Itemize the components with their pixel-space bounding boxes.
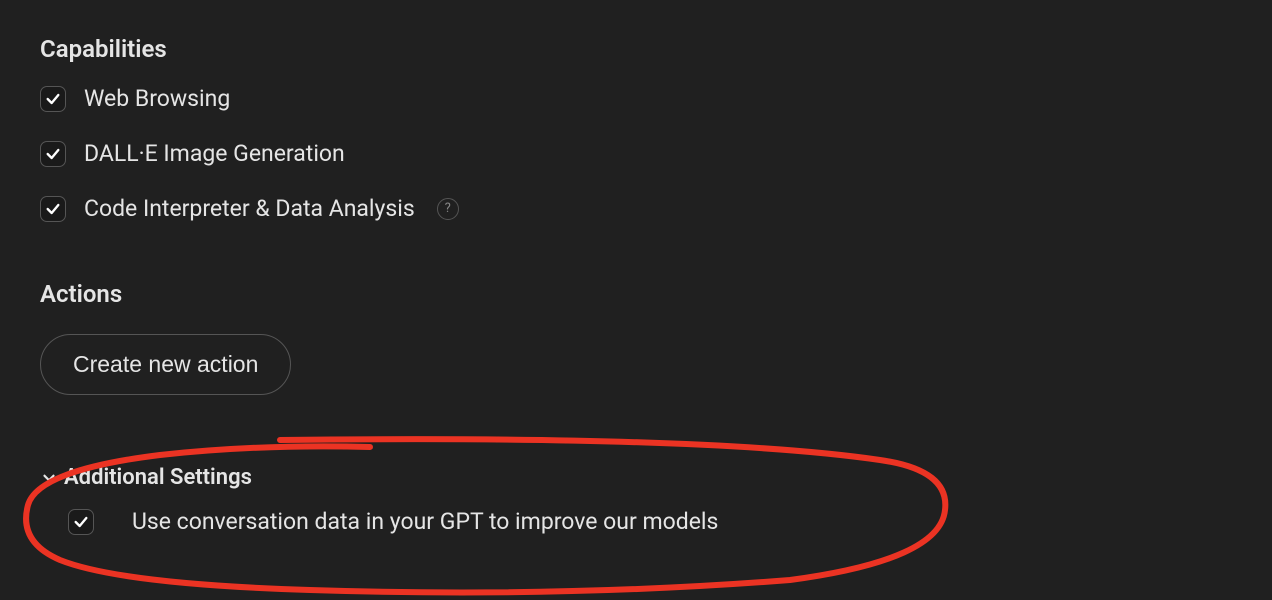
check-icon — [45, 146, 61, 162]
actions-section: Actions Create new action — [40, 280, 1232, 395]
checkbox-code-interpreter[interactable] — [40, 196, 66, 222]
additional-item-label: Use conversation data in your GPT to imp… — [132, 508, 718, 535]
additional-settings-header: Additional Settings — [64, 465, 252, 490]
create-new-action-button[interactable]: Create new action — [40, 334, 291, 395]
capabilities-section: Capabilities Web Browsing DALL·E Image G… — [40, 35, 1232, 222]
checkbox-web-browsing[interactable] — [40, 86, 66, 112]
check-icon — [45, 201, 61, 217]
additional-settings-toggle[interactable]: Additional Settings — [40, 465, 1232, 490]
capability-item-web-browsing: Web Browsing — [40, 85, 1232, 112]
capability-item-code-interpreter: Code Interpreter & Data Analysis ? — [40, 195, 1232, 222]
checkbox-use-conversation-data[interactable] — [68, 509, 94, 535]
check-icon — [73, 514, 89, 530]
capability-label: DALL·E Image Generation — [84, 140, 345, 167]
capabilities-header: Capabilities — [40, 35, 1232, 63]
chevron-down-icon — [40, 469, 58, 487]
capability-label: Web Browsing — [84, 85, 230, 112]
additional-item-use-conversation-data: Use conversation data in your GPT to imp… — [40, 508, 1232, 535]
help-icon[interactable]: ? — [437, 198, 459, 220]
capability-label: Code Interpreter & Data Analysis — [84, 195, 415, 222]
actions-header: Actions — [40, 280, 1232, 308]
checkbox-dalle[interactable] — [40, 141, 66, 167]
capability-item-dalle: DALL·E Image Generation — [40, 140, 1232, 167]
additional-settings-section: Additional Settings Use conversation dat… — [40, 465, 1232, 535]
check-icon — [45, 91, 61, 107]
